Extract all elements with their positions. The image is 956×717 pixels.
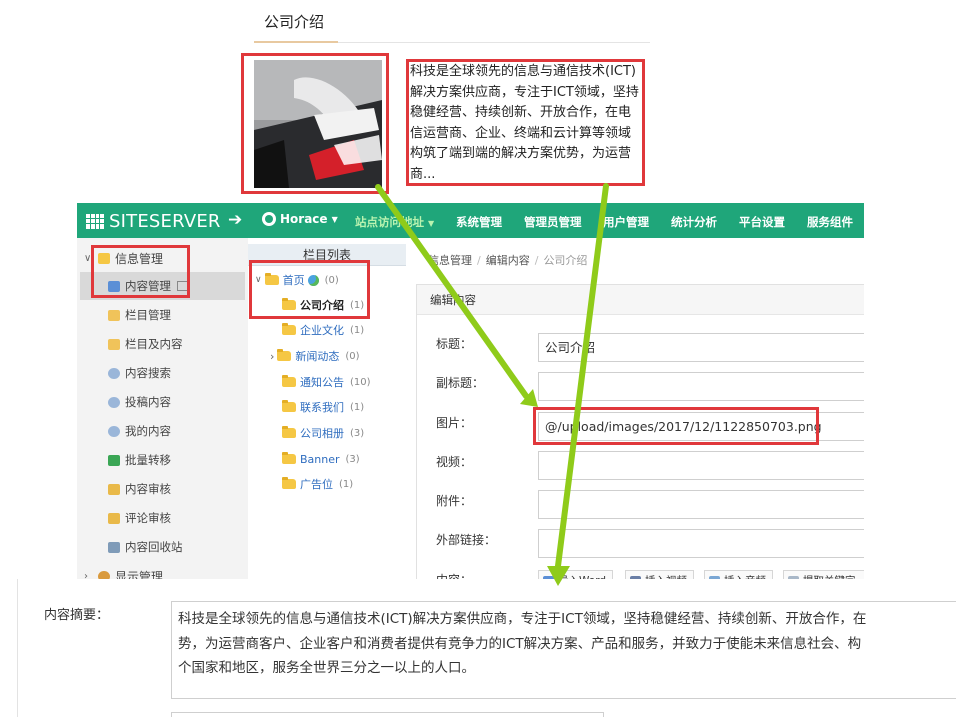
sidebar-item-channel[interactable]: 栏目管理 xyxy=(80,301,245,329)
tree-item-culture[interactable]: 企业文化 (1) xyxy=(282,320,364,340)
summary-textarea[interactable]: 科技是全球领先的信息与通信技术(ICT)解决方案供应商，专注于ICT领域，坚持稳… xyxy=(171,601,956,699)
field-label-link: 外部链接： xyxy=(436,533,497,547)
globe-icon xyxy=(262,212,276,226)
chevron-right-icon: › xyxy=(270,349,275,363)
folder-icon xyxy=(282,477,296,489)
breadcrumb: 信息管理 / 编辑内容 / 公司介绍 xyxy=(428,254,588,267)
tree-item-ads[interactable]: 广告位 (1) xyxy=(282,474,353,494)
tree-item-notices[interactable]: 通知公告 (10) xyxy=(282,372,371,392)
shield-icon xyxy=(108,512,120,524)
field-label-image: 图片： xyxy=(436,416,473,430)
nav-users[interactable]: 用户管理 xyxy=(603,214,649,230)
nav-admin[interactable]: 管理员管理 xyxy=(524,214,582,230)
nav-services[interactable]: 服务组件 xyxy=(807,214,853,230)
tree-item-banner[interactable]: Banner (3) xyxy=(282,449,360,469)
tree-item-album[interactable]: 公司相册 (3) xyxy=(282,423,364,443)
panel-title: 编辑内容 xyxy=(417,285,864,315)
shield-icon xyxy=(108,483,120,495)
preview-title[interactable]: 公司介绍 xyxy=(264,11,324,32)
search-icon xyxy=(108,425,120,437)
sidebar-item-my-content[interactable]: 我的内容 xyxy=(80,417,245,445)
field-label-subtitle: 副标题： xyxy=(436,376,485,390)
tree-item-news[interactable]: › 新闻动态 (0) xyxy=(270,346,360,366)
arrow-left-icon[interactable]: ➔ xyxy=(228,210,242,230)
sidebar-item-search[interactable]: 内容搜索 xyxy=(80,359,245,387)
breadcrumb-current: 公司介绍 xyxy=(543,254,588,267)
sidebar-item-channel-content[interactable]: 栏目及内容 xyxy=(80,330,245,358)
user-menu[interactable]: Horace ▼ xyxy=(262,212,338,226)
summary-line: 势，为运营商客户、企业客户和消费者提供有竞争力的ICT解决方案、产品和服务，并致… xyxy=(178,635,862,652)
sidebar-item-transfer[interactable]: 批量转移 xyxy=(80,446,245,474)
nav-site-url[interactable]: 站点访问地址 ▼ xyxy=(355,214,434,230)
nav-stats[interactable]: 统计分析 xyxy=(671,214,717,230)
summary-line: 个国家和地区，服务全世界三分之一以上的人口。 xyxy=(178,660,475,676)
caret-down-icon: ▼ xyxy=(428,219,435,228)
next-field-input[interactable] xyxy=(171,712,604,717)
highlight-sidebar xyxy=(91,245,190,298)
highlight-summary xyxy=(406,59,645,186)
logo-text: SITESERVER xyxy=(109,210,221,232)
summary-label: 内容摘要： xyxy=(44,608,110,623)
field-label-video: 视频： xyxy=(436,455,473,469)
nav-system[interactable]: 系统管理 xyxy=(456,214,502,230)
folder-icon xyxy=(108,338,120,350)
sidebar-item-submissions[interactable]: 投稿内容 xyxy=(80,388,245,416)
folder-icon xyxy=(282,400,296,412)
highlight-photo xyxy=(241,53,389,194)
search-icon xyxy=(108,396,120,408)
field-label-attachment: 附件： xyxy=(436,494,473,508)
recycle-icon xyxy=(108,541,120,553)
caret-down-icon: ▼ xyxy=(331,214,338,224)
highlight-image-input xyxy=(533,407,819,445)
field-label-title: 标题： xyxy=(436,337,473,351)
folder-icon xyxy=(108,309,120,321)
folder-icon xyxy=(282,375,296,387)
sidebar-item-recycle[interactable]: 内容回收站 xyxy=(80,533,245,561)
folder-icon xyxy=(282,426,296,438)
subtitle-input[interactable] xyxy=(538,372,864,401)
nav-settings[interactable]: 平台设置 xyxy=(739,214,785,230)
folder-icon xyxy=(282,452,296,464)
title-input[interactable]: 公司介绍 xyxy=(538,333,864,362)
highlight-tree xyxy=(249,260,370,319)
breadcrumb-item[interactable]: 编辑内容 xyxy=(486,254,530,267)
transfer-icon xyxy=(108,454,120,466)
folder-icon xyxy=(282,323,296,335)
app-logo[interactable]: SITESERVER xyxy=(86,209,221,233)
sidebar-item-review[interactable]: 内容审核 xyxy=(80,475,245,503)
video-input[interactable] xyxy=(538,451,864,480)
user-name: Horace xyxy=(280,212,328,226)
folder-icon xyxy=(277,349,292,361)
summary-line: 科技是全球领先的信息与通信技术(ICT)解决方案供应商，专注于ICT领域，坚持稳… xyxy=(178,611,867,627)
active-tab-indicator xyxy=(254,41,338,43)
tree-item-contact[interactable]: 联系我们 (1) xyxy=(282,397,364,417)
breadcrumb-item[interactable]: 信息管理 xyxy=(428,254,472,267)
attachment-input[interactable] xyxy=(538,490,864,519)
link-input[interactable] xyxy=(538,529,864,558)
logo-grid-icon xyxy=(86,213,104,229)
sidebar-item-comment-review[interactable]: 评论审核 xyxy=(80,504,245,532)
search-icon xyxy=(108,367,120,379)
